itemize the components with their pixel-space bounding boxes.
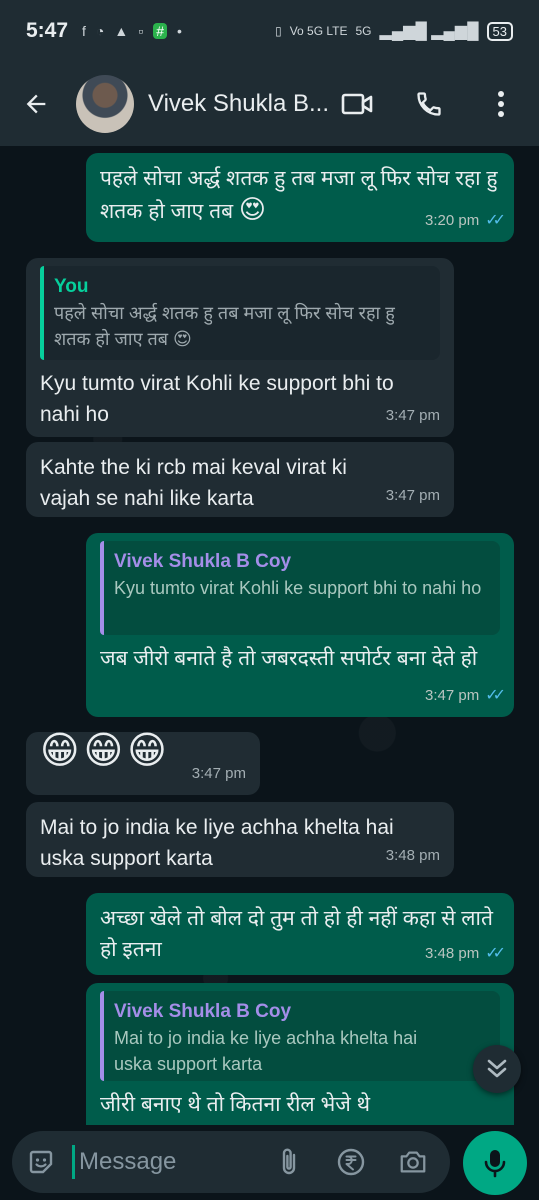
phone-icon[interactable] [413,88,445,120]
contact-name[interactable]: Vivek Shukla B... [148,90,336,118]
message-input[interactable] [77,1147,261,1177]
paperclip-icon[interactable] [274,1147,304,1177]
dot-icon: • [177,23,182,39]
message-text: Mai to jo india ke liye achha khelta hai… [40,816,394,870]
message-text: जब जीरो बनाते है तो जबरदस्ती सपोर्टर बना… [100,647,478,670]
app-icon: ▫ [138,23,144,39]
quoted-message[interactable]: You पहले सोचा अर्द्ध शतक हु तब मजा लू फि… [40,266,440,360]
contact-avatar[interactable] [76,75,134,133]
read-ticks-icon: ✓✓ [485,945,506,962]
message-time: 3:47 pm [191,765,246,782]
message-bubble[interactable]: अच्छा खेले तो बोल दो तुम तो हो ही नहीं क… [86,893,514,975]
status-right: ▯ Vo 5G LTE 5G ▂▄▆█ ▂▄▆█ 53 [275,21,513,41]
quote-text: Mai to jo india ke liye achha khelta hai… [114,1028,418,1074]
message-bubble[interactable]: Kahte the ki rcb mai keval virat ki vaja… [26,442,454,517]
status-bar: 5:47 f ◔ ▲ ▫ # • ▯ Vo 5G LTE 5G ▂▄▆█ ▂▄▆… [0,0,539,62]
network-label: Vo 5G LTE [289,24,348,38]
message-text: Kahte the ki rcb mai keval virat ki vaja… [40,456,347,510]
sticker-icon[interactable] [26,1147,56,1177]
double-chevron-down-icon[interactable] [473,1045,521,1093]
message-text: जीरी बनाए थे तो कितना रील भेजे थे [100,1093,371,1116]
message-time: 3:20 pm [424,212,480,229]
message-time: 3:47 pm [385,487,440,504]
calculator-icon: # [153,23,168,39]
quote-author: Vivek Shukla B Coy [114,1001,292,1022]
message-input-container[interactable] [12,1131,450,1193]
message-time: 3:47 pm [385,407,440,424]
read-ticks-icon: ✓✓ [485,212,506,229]
text-cursor [72,1145,75,1179]
vibrate-icon: ▯ [275,24,282,38]
video-call-icon[interactable] [341,88,373,120]
message-bubble[interactable]: Vivek Shukla B Coy Mai to jo india ke li… [86,983,514,1125]
facebook-icon: f [82,23,86,39]
chat-icon: ◔ [95,23,105,39]
message-bubble[interactable]: Vivek Shukla B Coy Kyu tumto virat Kohli… [86,533,514,717]
signal-bars-icon: ▂▄▆█ ▂▄▆█ [379,23,479,40]
message-time: 3:48 pm [424,945,480,962]
message-emoji: 😍 [238,194,267,224]
message-text: 😁😁😁 [40,730,171,772]
more-vert-icon[interactable] [485,88,517,120]
quoted-message[interactable]: Vivek Shukla B Coy Mai to jo india ke li… [100,991,500,1081]
message-time: 3:47 pm [424,687,480,704]
rupee-icon[interactable] [336,1147,366,1177]
status-time: 5:47 [26,19,69,42]
composer-bar [0,1125,539,1200]
message-list[interactable]: पहले सोचा अर्द्ध शतक हु तब मजा लू फिर सो… [0,145,539,1125]
notification-icons: f ◔ ▲ ▫ # • [82,23,182,39]
message-bubble[interactable]: Mai to jo india ke liye achha khelta hai… [26,802,454,877]
battery-level: 53 [486,21,513,41]
quote-author: You [54,276,89,297]
mic-icon[interactable] [463,1131,527,1195]
chat-header: Vivek Shukla B... [0,62,539,146]
quote-text: Kyu tumto virat Kohli ke support bhi to … [114,578,482,598]
camera-icon[interactable] [398,1147,428,1177]
quote-author: Vivek Shukla B Coy [114,551,292,572]
quoted-message[interactable]: Vivek Shukla B Coy Kyu tumto virat Kohli… [100,541,500,635]
message-time: 3:48 pm [385,847,440,864]
read-ticks-icon: ✓✓ [485,687,506,704]
message-text: Kyu tumto virat Kohli ke support bhi to … [40,372,394,426]
message-bubble[interactable]: पहले सोचा अर्द्ध शतक हु तब मजा लू फिर सो… [86,153,514,242]
quote-text: पहले सोचा अर्द्ध शतक हु तब मजा लू फिर सो… [54,303,395,349]
app-a-icon: ▲ [114,23,129,39]
arrow-left-icon[interactable] [20,88,52,120]
message-bubble[interactable]: 😁😁😁 3:47 pm [26,732,260,795]
message-bubble[interactable]: You पहले सोचा अर्द्ध शतक हु तब मजा लू फि… [26,258,454,437]
signal-5g-label: 5G [355,24,372,38]
